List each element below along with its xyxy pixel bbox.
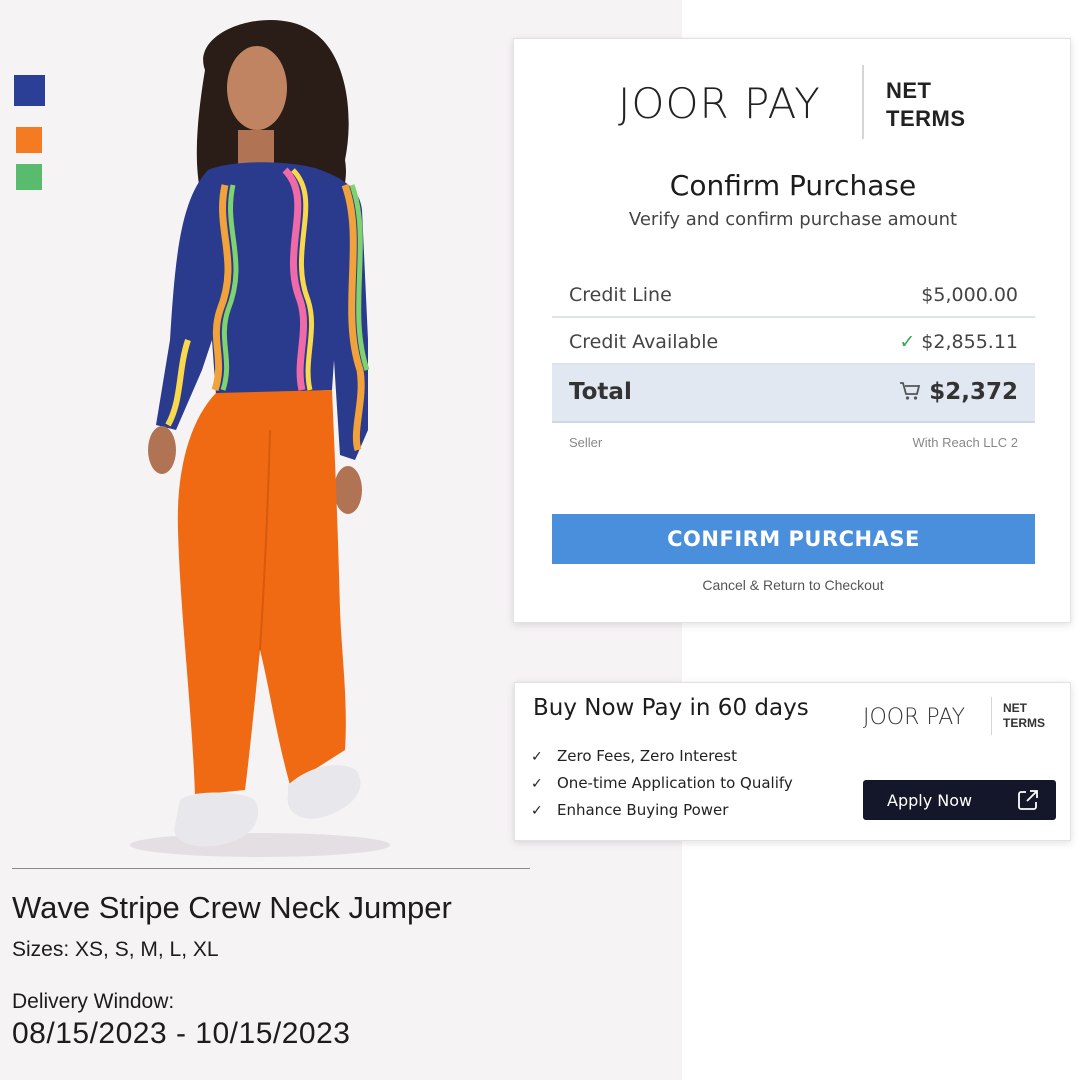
confirm-subtitle: Verify and confirm purchase amount <box>628 209 958 230</box>
total-label: Total <box>569 379 632 405</box>
benefit-item: ✓ Enhance Buying Power <box>531 799 793 826</box>
product-title: Wave Stripe Crew Neck Jumper <box>12 890 452 925</box>
benefits-list: ✓ Zero Fees, Zero Interest ✓ One-time Appl… <box>531 745 793 826</box>
product-model-image <box>130 19 390 857</box>
external-link-icon <box>1018 790 1038 810</box>
apply-now-button[interactable]: Apply Now <box>863 780 1056 820</box>
benefit-text: One-time Application to Qualify <box>557 774 793 792</box>
bnpl-brand-separator <box>991 697 992 735</box>
purchase-summary: Credit Line $5,000.00 Credit Available ✓… <box>552 271 1035 455</box>
benefit-item: ✓ Zero Fees, Zero Interest <box>531 745 793 772</box>
confirm-title: Confirm Purchase <box>669 169 917 202</box>
cart-icon <box>900 382 921 400</box>
credit-available-row: Credit Available ✓ $2,855.11 <box>552 318 1035 365</box>
joor-pay-logo: JOOR PAY NET TERMS <box>618 65 978 141</box>
brand-joor-pay: JOOR PAY <box>618 79 821 128</box>
credit-available-value-wrap: ✓ $2,855.11 <box>899 331 1018 353</box>
bnpl-joor-pay-logo: JOOR PAY NET TERMS <box>863 697 1063 737</box>
swatch-blue[interactable] <box>14 75 45 106</box>
seller-value: With Reach LLC 2 <box>912 435 1019 450</box>
check-icon: ✓ <box>531 803 543 819</box>
credit-line-label: Credit Line <box>569 284 672 306</box>
seller-row: Seller With Reach LLC 2 <box>552 423 1035 455</box>
confirm-purchase-button[interactable]: CONFIRM PURCHASE <box>552 514 1035 564</box>
bnpl-title: Buy Now Pay in 60 days <box>533 695 809 721</box>
total-value-wrap: $2,372 <box>899 379 1018 405</box>
credit-available-value: $2,855.11 <box>921 331 1018 353</box>
product-sizes: Sizes: XS, S, M, L, XL <box>12 938 219 961</box>
bnpl-brand-net-line1: NET <box>1003 701 1027 715</box>
confirm-purchase-card: JOOR PAY NET TERMS Confirm Purchase Veri… <box>513 38 1071 623</box>
check-icon: ✓ <box>531 776 543 792</box>
divider <box>12 868 530 869</box>
bnpl-brand-joor-pay: JOOR PAY <box>863 705 966 730</box>
apply-now-label: Apply Now <box>887 790 973 810</box>
swatch-orange[interactable] <box>16 127 42 153</box>
brand-net-line1: NET <box>886 78 932 103</box>
swatch-green[interactable] <box>16 164 42 190</box>
benefit-text: Enhance Buying Power <box>557 801 729 819</box>
credit-line-value: $5,000.00 <box>921 284 1018 306</box>
check-icon: ✓ <box>899 331 916 353</box>
credit-available-label: Credit Available <box>569 331 719 353</box>
check-icon: ✓ <box>531 749 543 765</box>
credit-line-row: Credit Line $5,000.00 <box>552 271 1035 318</box>
benefit-text: Zero Fees, Zero Interest <box>557 747 737 765</box>
bnpl-card: Buy Now Pay in 60 days JOOR PAY NET TERM… <box>514 682 1071 841</box>
delivery-window-dates: 08/15/2023 - 10/15/2023 <box>12 1017 351 1050</box>
cancel-return-link[interactable]: Cancel & Return to Checkout <box>514 577 1072 593</box>
seller-label: Seller <box>569 435 603 450</box>
brand-net-line2: TERMS <box>886 106 966 131</box>
brand-separator <box>862 65 864 139</box>
bnpl-brand-net-line2: TERMS <box>1003 716 1045 730</box>
delivery-window-label: Delivery Window: <box>12 990 175 1013</box>
total-row: Total $2,372 <box>552 365 1035 423</box>
bnpl-brand-net-terms: NET TERMS <box>1003 701 1045 731</box>
total-value: $2,372 <box>929 379 1018 405</box>
benefit-item: ✓ One-time Application to Qualify <box>531 772 793 799</box>
brand-net-terms: NET TERMS <box>886 77 966 133</box>
